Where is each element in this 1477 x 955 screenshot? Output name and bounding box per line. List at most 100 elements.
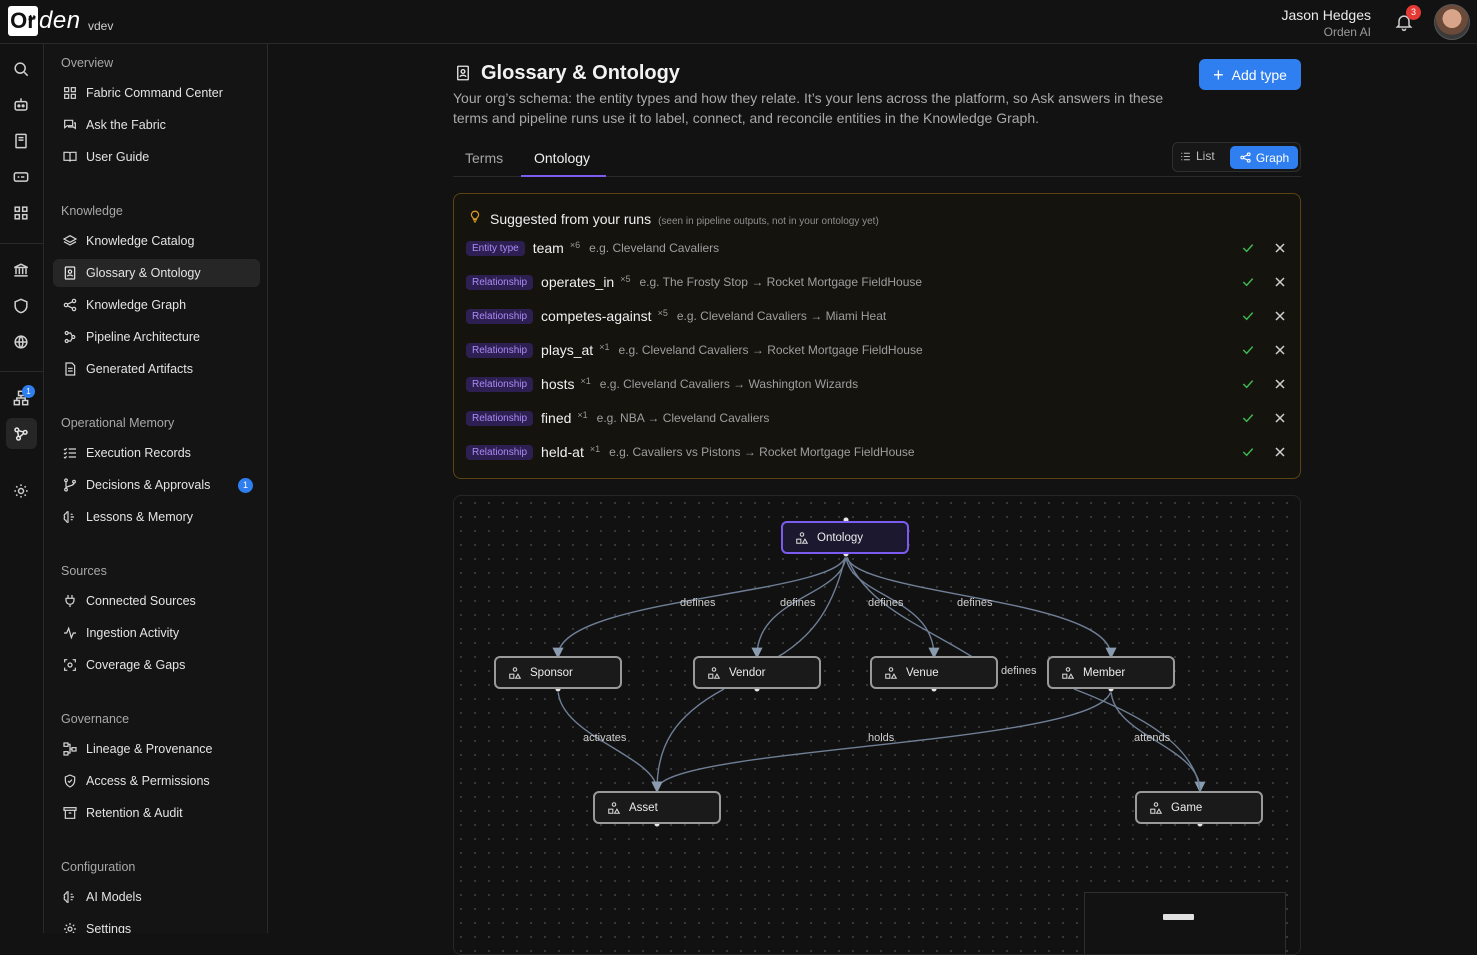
node-label: Venue xyxy=(906,666,939,679)
node-member[interactable]: Member xyxy=(1047,656,1175,689)
sidebar-item-lessons-memory[interactable]: Lessons & Memory xyxy=(53,503,260,531)
sidebar-item-lineage-provenance[interactable]: Lineage & Provenance xyxy=(53,735,260,763)
scan-icon xyxy=(64,659,76,671)
file-icon xyxy=(65,362,76,376)
suggestion-example: e.g. The Frosty Stop → Rocket Mortgage F… xyxy=(639,275,923,289)
shield-icon[interactable] xyxy=(11,296,31,316)
close-icon[interactable] xyxy=(1272,410,1288,426)
check-icon[interactable] xyxy=(1240,444,1256,460)
close-icon[interactable] xyxy=(1272,376,1288,392)
check-icon[interactable] xyxy=(1240,342,1256,358)
minimap-viewport[interactable] xyxy=(1163,914,1194,920)
book-icon[interactable] xyxy=(11,131,31,151)
sidebar-item-knowledge-graph[interactable]: Knowledge Graph xyxy=(53,291,260,319)
suggestion-count: ×6 xyxy=(569,240,581,250)
check-icon[interactable] xyxy=(1240,410,1256,426)
sidebar-item-label: Knowledge Catalog xyxy=(86,234,195,248)
add-type-button[interactable]: + Add type xyxy=(1199,59,1301,90)
sidebar-item-user-guide[interactable]: User Guide xyxy=(53,143,260,171)
node-game[interactable]: Game xyxy=(1135,791,1263,824)
sidebar-item-ingestion-activity[interactable]: Ingestion Activity xyxy=(53,619,260,647)
sidebar-item-connected-sources[interactable]: Connected Sources xyxy=(53,587,260,615)
suggestion-name: competes-against xyxy=(541,308,652,324)
sidebar-item-decisions-approvals[interactable]: Decisions & Approvals 1 xyxy=(53,471,260,499)
view-list-button[interactable]: List xyxy=(1179,149,1215,163)
gear-icon[interactable] xyxy=(11,481,31,501)
sidebar-item-pipeline-architecture[interactable]: Pipeline Architecture xyxy=(53,323,260,351)
avatar[interactable] xyxy=(1434,4,1470,40)
close-icon[interactable] xyxy=(1272,444,1288,460)
close-icon[interactable] xyxy=(1272,342,1288,358)
node-label: Game xyxy=(1171,801,1203,814)
sidebar-item-label: Knowledge Graph xyxy=(86,298,187,312)
node-vendor[interactable]: Vendor xyxy=(693,656,821,689)
search-icon[interactable] xyxy=(11,59,31,79)
tab-terms[interactable]: Terms xyxy=(465,150,503,166)
sidebar-item-knowledge-catalog[interactable]: Knowledge Catalog xyxy=(53,227,260,255)
sidebar-item-label: Ingestion Activity xyxy=(86,626,180,640)
sidebar-item-retention-audit[interactable]: Retention & Audit xyxy=(53,799,260,827)
edge-label-holds: holds xyxy=(868,732,895,744)
tab-ontology[interactable]: Ontology xyxy=(534,150,590,166)
icon-rail: 1 xyxy=(0,44,44,933)
suggestion-example: e.g. Cleveland Cavaliers → Rocket Mortga… xyxy=(618,343,923,357)
pipeline-icon xyxy=(64,330,76,344)
suggestion-name: held-at xyxy=(541,444,584,460)
sidebar-item-access-permissions[interactable]: Access & Permissions xyxy=(53,767,260,795)
check-icon[interactable] xyxy=(1240,308,1256,324)
check-icon[interactable] xyxy=(1240,274,1256,290)
close-icon[interactable] xyxy=(1272,308,1288,324)
sidebar-item-execution-records[interactable]: Execution Records xyxy=(53,439,260,467)
ontology-graph[interactable]: Ontology Sponsor Vendor Venue Member Ass… xyxy=(453,495,1301,955)
sidebar-item-fabric-command-center[interactable]: Fabric Command Center xyxy=(53,79,260,107)
edge-label-defines: defines xyxy=(1001,665,1037,677)
view-toggle: List Graph xyxy=(1172,142,1301,172)
user-info[interactable]: Jason Hedges Orden AI xyxy=(1281,7,1371,39)
suggestion-row: Relationship fined ×1 e.g. NBA → Cleveland … xyxy=(466,406,1288,430)
sidebar-item-label: Pipeline Architecture xyxy=(86,330,200,344)
activity-icon xyxy=(64,626,76,640)
logo-mark: Or AI xyxy=(8,6,38,36)
grid-icon xyxy=(64,87,76,99)
sidebar-item-label: Decisions & Approvals xyxy=(86,478,211,492)
suggestion-actions xyxy=(1224,240,1288,256)
app-logo[interactable]: Or AI den xyxy=(8,6,81,36)
section-title-governance: Governance xyxy=(61,712,130,726)
globe-icon[interactable] xyxy=(11,332,31,352)
sidebar-item-glossary-ontology[interactable]: Glossary & Ontology xyxy=(53,259,260,287)
user-name: Jason Hedges xyxy=(1281,7,1371,23)
check-icon[interactable] xyxy=(1240,376,1256,392)
close-icon[interactable] xyxy=(1272,240,1288,256)
ontology-icon[interactable] xyxy=(11,424,31,444)
share-icon xyxy=(63,298,77,312)
grid-icon[interactable] xyxy=(11,203,31,223)
node-sponsor[interactable]: Sponsor xyxy=(494,656,622,689)
active-tab-indicator xyxy=(521,175,606,177)
node-asset[interactable]: Asset xyxy=(593,791,721,824)
bank-icon[interactable] xyxy=(11,260,31,280)
sidebar-item-ask-the-fabric[interactable]: Ask the Fabric xyxy=(53,111,260,139)
check-icon[interactable] xyxy=(1240,240,1256,256)
sidebar-item-generated-artifacts[interactable]: Generated Artifacts xyxy=(53,355,260,383)
view-graph-button[interactable]: Graph xyxy=(1230,146,1298,169)
sidebar-item-coverage-gaps[interactable]: Coverage & Gaps xyxy=(53,651,260,679)
section-title-overview: Overview xyxy=(61,56,114,70)
graph-minimap[interactable] xyxy=(1084,892,1286,954)
bot-icon[interactable] xyxy=(11,95,31,115)
sidebar-item-label: Retention & Audit xyxy=(86,806,183,820)
suggestion-actions xyxy=(1224,444,1288,460)
suggestion-name: team xyxy=(532,240,564,256)
close-icon[interactable] xyxy=(1272,274,1288,290)
sidebar-item-ai-models[interactable]: AI Models xyxy=(53,883,260,911)
suggestion-name: fined xyxy=(541,410,572,426)
suggestion-example: e.g. NBA → Cleveland Cavaliers xyxy=(596,411,770,425)
suggestion-count: ×1 xyxy=(577,410,588,420)
node-venue[interactable]: Venue xyxy=(870,656,998,689)
chat-icon xyxy=(64,119,76,130)
main-content: Glossary & Ontology Your org’s schema: t… xyxy=(269,44,1477,955)
brain-icon xyxy=(63,891,74,903)
edge-label-defines: defines xyxy=(780,597,816,609)
terminal-icon[interactable] xyxy=(11,167,31,187)
sidebar-item-settings[interactable]: Settings xyxy=(53,915,260,933)
node-ontology[interactable]: Ontology xyxy=(781,521,909,554)
